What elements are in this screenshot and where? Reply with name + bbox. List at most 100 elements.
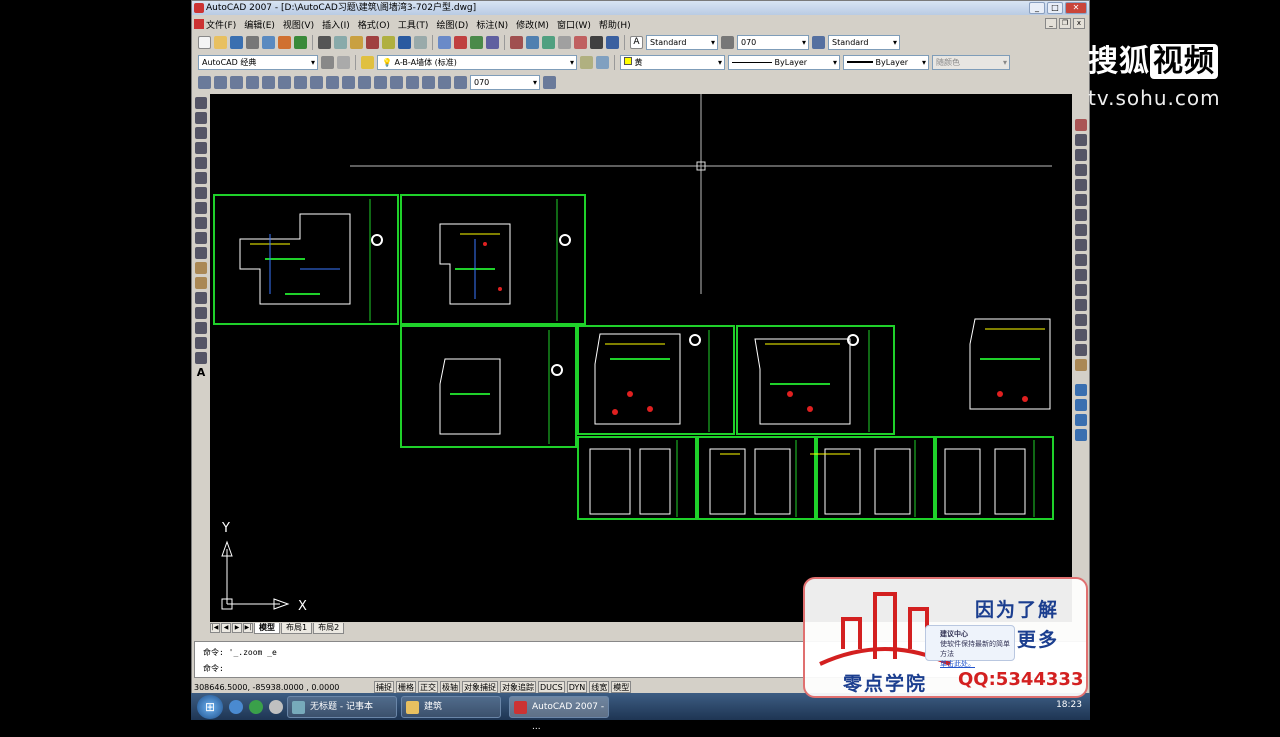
ortho-toggle[interactable]: 正交 [418,681,438,693]
menu-edit[interactable]: 编辑(E) [244,18,275,31]
save-workspace-icon[interactable] [337,55,350,69]
new-icon[interactable] [198,35,211,49]
bring-above-icon[interactable] [1075,414,1087,426]
baseline-dim-icon[interactable] [342,75,355,89]
jogged-dim-icon[interactable] [278,75,291,89]
dim-text-edit-icon[interactable] [438,75,451,89]
revision-cloud-icon[interactable] [195,202,207,214]
table-icon[interactable] [195,352,207,364]
angular-dim-icon[interactable] [310,75,323,89]
linear-dim-icon[interactable] [198,75,211,89]
radius-dim-icon[interactable] [262,75,275,89]
copy-object-icon[interactable] [1075,134,1087,146]
snap-toggle[interactable]: 捕捉 [374,681,394,693]
paste-icon[interactable] [350,35,363,49]
redo-icon[interactable] [414,35,427,49]
open-icon[interactable] [214,35,227,49]
pan-icon[interactable] [438,35,451,49]
point-icon[interactable] [195,292,207,304]
design-center-icon[interactable] [526,35,539,49]
tab-prev-button[interactable]: ◀ [221,623,231,633]
ellipse-arc-icon[interactable] [195,247,207,259]
trim-icon[interactable] [1075,254,1087,266]
quick-leader-icon[interactable] [374,75,387,89]
aligned-dim-icon[interactable] [214,75,227,89]
lineweight-select[interactable]: ByLayer [843,54,929,70]
start-button[interactable]: ⊞ [197,694,223,719]
join-icon[interactable] [1075,314,1087,326]
menu-insert[interactable]: 插入(I) [322,18,350,31]
multiline-text-icon[interactable]: A [195,367,207,379]
zoom-realtime-icon[interactable] [454,35,467,49]
block-editor-icon[interactable] [382,35,395,49]
move-icon[interactable] [1075,194,1087,206]
lineweight-toggle[interactable]: 线宽 [589,681,610,693]
layer-select[interactable]: 💡 A-B-A墙体 (标准) [377,54,577,70]
menu-format[interactable]: 格式(O) [358,18,390,31]
ellipse-icon[interactable] [195,232,207,244]
tab-model[interactable]: 模型 [254,622,280,634]
copy-icon[interactable] [334,35,347,49]
update-notice[interactable]: 建议中心 使软件保持最新的简单方法 单击此处。 [925,625,1015,668]
ducs-toggle[interactable]: DUCS [538,681,565,693]
model-toggle[interactable]: 模型 [611,681,632,693]
send-under-icon[interactable] [1075,429,1087,441]
sheet-set-icon[interactable] [558,35,571,49]
erase-icon[interactable] [1075,119,1087,131]
desktop-icon[interactable] [269,699,283,714]
construction-line-icon[interactable] [195,112,207,124]
help-icon[interactable] [606,35,619,49]
zoom-window-icon[interactable] [470,35,483,49]
doc-restore-button[interactable]: ❐ [1059,18,1071,29]
menu-tools[interactable]: 工具(T) [398,18,429,31]
polygon-icon[interactable] [195,142,207,154]
text-style-select[interactable]: Standard [646,34,718,50]
taskbar-item-notepad[interactable]: 无标题 - 记事本 [287,695,397,718]
menu-window[interactable]: 窗口(W) [557,18,591,31]
undo-icon[interactable] [398,35,411,49]
chamfer-icon[interactable] [1075,329,1087,341]
make-layer-current-icon[interactable] [580,55,593,69]
publish-icon[interactable] [278,35,291,49]
dim-style-manager-icon[interactable] [543,75,556,89]
circle-icon[interactable] [195,187,207,199]
maximize-button[interactable]: □ [1047,2,1063,14]
dim-style-select-2[interactable]: 070 [470,74,540,90]
dim-edit-icon[interactable] [422,75,435,89]
insert-block-icon[interactable] [195,262,207,274]
drawing-canvas[interactable]: Y X [210,94,1072,622]
calculator-icon[interactable] [590,35,603,49]
polyline-icon[interactable] [195,127,207,139]
linetype-select[interactable]: ByLayer [728,54,840,70]
make-block-icon[interactable] [195,277,207,289]
media-icon[interactable] [249,699,263,714]
rectangle-icon[interactable] [195,157,207,169]
menu-file[interactable]: 文件(F) [206,18,236,31]
menu-help[interactable]: 帮助(H) [599,18,631,31]
match-properties-icon[interactable] [366,35,379,49]
scale-icon[interactable] [1075,224,1087,236]
dim-update-icon[interactable] [454,75,467,89]
doc-minimize-button[interactable]: _ [1045,18,1057,29]
diameter-dim-icon[interactable] [294,75,307,89]
layer-previous-icon[interactable] [596,55,609,69]
break-icon[interactable] [1075,299,1087,311]
quick-dim-icon[interactable] [326,75,339,89]
ie-icon[interactable] [229,699,243,714]
stretch-icon[interactable] [1075,239,1087,251]
center-mark-icon[interactable] [406,75,419,89]
arc-icon[interactable] [195,172,207,184]
tab-layout2[interactable]: 布局2 [313,622,345,634]
osnap-toggle[interactable]: 对象捕捉 [462,681,498,693]
cut-icon[interactable] [318,35,331,49]
notice-link[interactable]: 单击此处。 [940,660,975,668]
save-icon[interactable] [230,35,243,49]
workspace-select[interactable]: AutoCAD 经典 [198,54,318,70]
spline-icon[interactable] [195,217,207,229]
workspace-settings-icon[interactable] [321,55,334,69]
layer-manager-icon[interactable] [361,55,374,69]
mirror-icon[interactable] [1075,149,1087,161]
region-icon[interactable] [195,337,207,349]
3d-dwf-icon[interactable] [294,35,307,49]
dyn-toggle[interactable]: DYN [566,681,588,693]
